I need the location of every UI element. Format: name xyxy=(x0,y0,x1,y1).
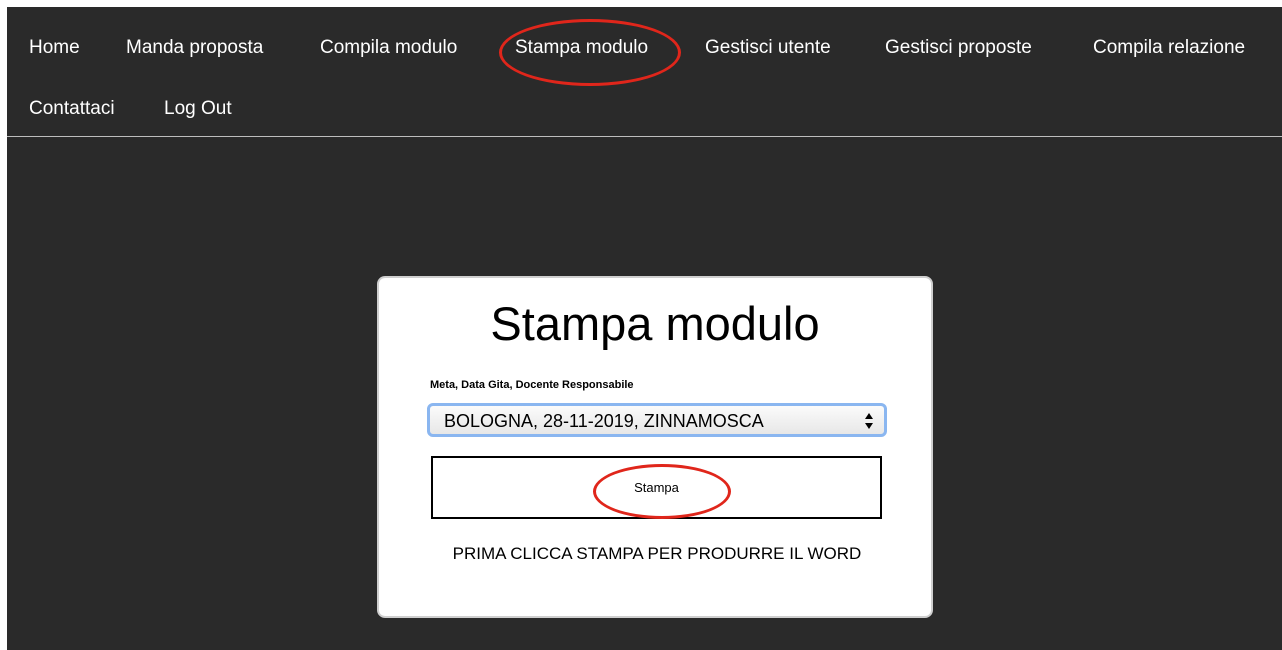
top-navbar: Home Manda proposta Compila modulo Stamp… xyxy=(7,7,1282,137)
print-form-card: Stampa modulo Meta, Data Gita, Docente R… xyxy=(377,276,933,618)
form-title: Stampa modulo xyxy=(490,297,820,350)
instruction-note: PRIMA CLICCA STAMPA PER PRODURRE IL WORD xyxy=(452,544,862,563)
trip-select[interactable]: BOLOGNA, 28-11-2019, ZINNAMOSCA xyxy=(427,403,887,437)
nav-item-manda-proposta[interactable]: Manda proposta xyxy=(126,37,263,59)
nav-item-compila-relazione[interactable]: Compila relazione xyxy=(1093,37,1245,59)
stampa-button-label: Stampa xyxy=(634,480,679,495)
nav-item-gestisci-utente[interactable]: Gestisci utente xyxy=(705,37,831,59)
nav-item-gestisci-proposte[interactable]: Gestisci proposte xyxy=(885,37,1032,59)
nav-item-home[interactable]: Home xyxy=(29,37,80,59)
trip-select-label: Meta, Data Gita, Docente Responsabile xyxy=(430,379,634,391)
nav-item-compila-modulo[interactable]: Compila modulo xyxy=(320,37,457,59)
nav-item-stampa-modulo[interactable]: Stampa modulo xyxy=(515,37,648,59)
page: Home Manda proposta Compila modulo Stamp… xyxy=(7,7,1282,650)
select-updown-arrows-icon xyxy=(865,413,873,429)
nav-item-log-out[interactable]: Log Out xyxy=(164,98,232,120)
stampa-button[interactable]: Stampa xyxy=(431,456,882,519)
nav-item-contattaci[interactable]: Contattaci xyxy=(29,98,115,120)
trip-select-value: BOLOGNA, 28-11-2019, ZINNAMOSCA xyxy=(444,411,764,431)
